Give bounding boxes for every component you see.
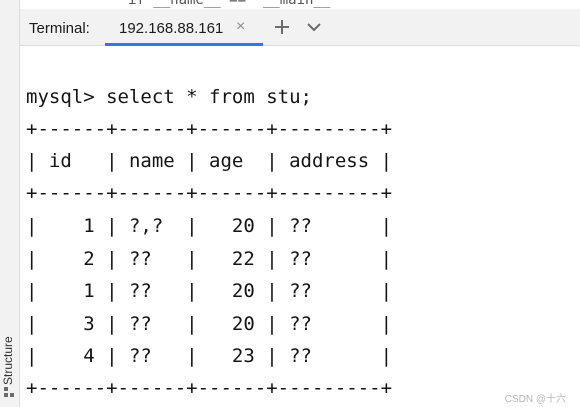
structure-tool-button[interactable]: Structure <box>1 336 15 385</box>
table-header-row: | id | name | age | address | <box>26 150 393 172</box>
watermark: CSDN @十六 <box>504 394 566 405</box>
tab-session[interactable]: 192.168.88.161 × <box>105 9 263 46</box>
editor-breadcrumb-strip: if __name__ == '__main__' <box>0 0 580 9</box>
table-border-line: +------+------+------+---------+ <box>26 377 393 399</box>
table-row: | 4 | ?? | 23 | ?? | <box>26 345 393 367</box>
editor-code-line: if __name__ == '__main__' <box>128 0 339 8</box>
structure-icon[interactable] <box>4 387 15 398</box>
table-row: | 3 | ?? | 20 | ?? | <box>26 313 393 335</box>
table-border-line: +------+------+------+---------+ <box>26 118 393 140</box>
tool-window-title: Terminal: <box>29 20 90 37</box>
terminal-output[interactable]: mysql> select * from stu; +------+------… <box>20 46 580 407</box>
plus-icon[interactable] <box>272 17 292 37</box>
terminal-tool-header: Terminal: 192.168.88.161 × <box>20 9 580 46</box>
left-tool-strip: Structure <box>0 0 20 407</box>
table-row: | 1 | ?? | 20 | ?? | <box>26 280 393 302</box>
table-row: | 2 | ?? | 22 | ?? | <box>26 248 393 270</box>
terminal-command-line: mysql> select * from stu; <box>26 86 312 108</box>
table-border-line: +------+------+------+---------+ <box>26 182 393 204</box>
table-row: | 1 | ?,? | 20 | ?? | <box>26 215 393 237</box>
tab-label: 192.168.88.161 <box>119 20 224 37</box>
close-icon[interactable]: × <box>236 18 245 36</box>
chevron-down-icon[interactable] <box>304 17 324 37</box>
